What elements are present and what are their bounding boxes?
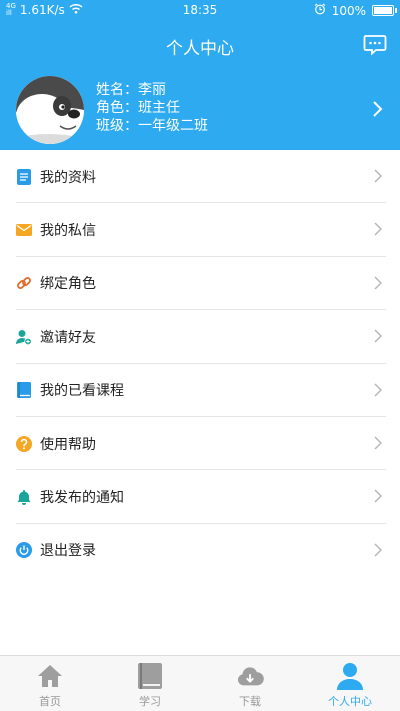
book-icon xyxy=(16,382,32,399)
tab-study[interactable]: 学习 xyxy=(100,656,200,711)
tab-label: 学习 xyxy=(139,695,161,708)
menu-item-label: 我发布的通知 xyxy=(40,490,124,507)
menu-item-label: 我的已看课程 xyxy=(40,383,124,400)
menu-list: 我的资料 我的私信 绑定角色 邀请好友 我的已看课程 使用帮助 我发布的通知 退… xyxy=(0,150,400,577)
profile-class: 班级：一年级二班 xyxy=(96,118,208,134)
help-icon xyxy=(16,435,32,452)
menu-item-label: 邀请好友 xyxy=(40,329,96,346)
power-icon xyxy=(16,542,32,559)
menu-item-bind-role[interactable]: 绑定角色 xyxy=(0,257,400,311)
status-bar: 4G ill 1.61K/s 18:35 100% xyxy=(0,0,400,22)
chevron-right-icon xyxy=(374,169,382,183)
panda-avatar-icon xyxy=(16,76,84,144)
battery-percent: 100% xyxy=(331,3,366,18)
profile-info: 姓名：李丽 角色：班主任 班级：一年级二班 xyxy=(96,81,208,135)
avatar[interactable] xyxy=(16,76,84,144)
tab-label: 首页 xyxy=(39,695,61,708)
profile-role: 角色：班主任 xyxy=(96,100,180,116)
person-icon xyxy=(336,662,364,690)
chevron-right-icon xyxy=(374,276,382,290)
alarm-icon xyxy=(314,3,326,18)
message-button[interactable] xyxy=(362,32,388,58)
menu-item-label: 退出登录 xyxy=(40,543,96,560)
profile-name: 姓名：李丽 xyxy=(96,82,166,98)
menu-item-watched-courses[interactable]: 我的已看课程 xyxy=(0,364,400,418)
link-icon xyxy=(16,275,32,291)
mail-icon xyxy=(16,222,32,238)
status-right: 100% xyxy=(314,3,397,18)
book-icon xyxy=(136,662,164,690)
chevron-right-icon xyxy=(374,383,382,397)
chevron-right-icon xyxy=(374,222,382,236)
menu-item-label: 使用帮助 xyxy=(40,436,96,453)
profile-card[interactable]: 姓名：李丽 角色：班主任 班级：一年级二班 xyxy=(0,72,400,150)
bell-icon xyxy=(16,489,32,506)
battery-level xyxy=(374,7,392,14)
battery-icon xyxy=(372,5,397,16)
chevron-right-icon xyxy=(374,329,382,343)
bottom-tab-bar: 首页 学习 下载 个人中心 xyxy=(0,655,400,711)
page-title: 个人中心 xyxy=(166,39,234,59)
chat-bubble-icon xyxy=(363,35,387,56)
menu-item-my-notices[interactable]: 我发布的通知 xyxy=(0,470,400,525)
tab-label: 下载 xyxy=(239,695,261,708)
profile-header: 个人中心 姓名：李丽 角色：班主任 班级：一年级二班 xyxy=(0,22,400,150)
menu-item-logout[interactable]: 退出登录 xyxy=(0,524,400,577)
chevron-right-icon xyxy=(374,436,382,450)
add-user-icon xyxy=(16,329,32,345)
document-icon xyxy=(16,168,32,185)
chevron-right-icon xyxy=(374,543,382,557)
menu-item-label: 绑定角色 xyxy=(40,276,96,293)
tab-home[interactable]: 首页 xyxy=(0,656,100,711)
menu-item-label: 我的资料 xyxy=(40,169,96,186)
menu-item-help[interactable]: 使用帮助 xyxy=(0,417,400,471)
tab-label: 个人中心 xyxy=(328,695,372,708)
home-icon xyxy=(36,662,64,690)
menu-item-my-profile[interactable]: 我的资料 xyxy=(0,150,400,204)
chevron-right-icon xyxy=(373,101,383,117)
tab-profile[interactable]: 个人中心 xyxy=(300,656,400,711)
cloud-download-icon xyxy=(236,662,264,690)
tab-download[interactable]: 下载 xyxy=(200,656,300,711)
menu-item-my-messages[interactable]: 我的私信 xyxy=(0,203,400,258)
chevron-right-icon xyxy=(374,489,382,503)
menu-item-label: 我的私信 xyxy=(40,223,96,240)
menu-item-invite-friends[interactable]: 邀请好友 xyxy=(0,310,400,364)
